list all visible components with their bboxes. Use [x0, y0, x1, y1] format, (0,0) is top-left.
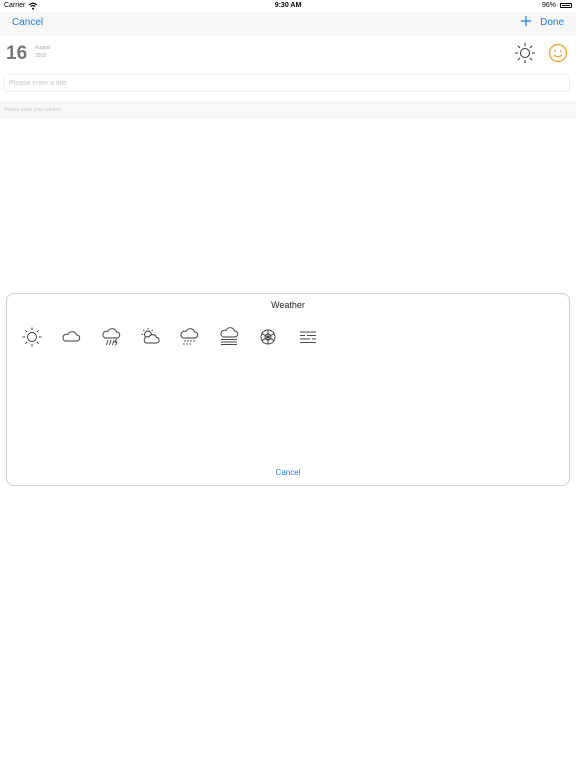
battery-icon [560, 3, 572, 8]
status-bar: Carrier 9:30 AM 96% [0, 0, 576, 12]
thunderstorm-icon[interactable] [100, 326, 122, 348]
haze-icon[interactable] [297, 326, 319, 348]
day-number: 16 [6, 43, 28, 64]
title-input[interactable] [4, 74, 570, 92]
year-label: 2018 [35, 53, 47, 59]
sunny-icon[interactable] [21, 326, 43, 348]
weather-dialog: Weather Cancel [6, 293, 570, 486]
plus-icon[interactable] [520, 15, 532, 27]
sun-icon[interactable] [514, 42, 536, 64]
dialog-cancel-button[interactable]: Cancel [7, 468, 569, 477]
navigation-bar: Cancel Done [0, 12, 576, 36]
fog-icon[interactable] [218, 326, 240, 348]
partly-cloudy-icon[interactable] [139, 326, 161, 348]
cloudy-icon[interactable] [60, 326, 82, 348]
smiley-icon[interactable] [548, 43, 568, 63]
dialog-title: Weather [271, 300, 305, 310]
date-header: 16 August 2018 [0, 36, 576, 70]
content-area [0, 101, 576, 119]
content-input[interactable] [0, 101, 576, 119]
done-button[interactable]: Done [540, 17, 564, 28]
cancel-button[interactable]: Cancel [12, 17, 43, 28]
battery-percentage: 96% [541, 2, 556, 9]
snowflake-icon[interactable] [257, 326, 279, 348]
clock: 9:30 AM [274, 2, 302, 9]
snow-shower-icon[interactable] [178, 326, 200, 348]
month-label: August [35, 45, 51, 51]
